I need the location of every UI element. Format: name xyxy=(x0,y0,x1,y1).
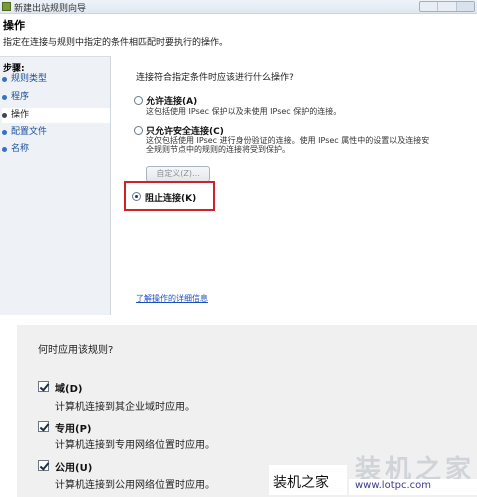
title-bar: 新建出站规则向导 xyxy=(0,0,477,14)
close-button[interactable] xyxy=(456,2,474,11)
customize-button[interactable]: 自定义(Z)... xyxy=(146,166,210,182)
page-title: 操作 xyxy=(3,19,25,32)
page-subtitle: 指定在连接与规则中指定的条件相匹配时要执行的操作。 xyxy=(3,38,229,48)
action-content: 连接符合指定条件时应该进行什么操作? 允许连接(A) 这包括使用 IPsec 保… xyxy=(112,56,477,315)
step-bullet-icon xyxy=(2,130,7,135)
step-profile[interactable]: 配置文件 xyxy=(2,125,110,140)
allow-connection-desc: 这包括使用 IPsec 保护以及未使用 IPsec 保护的连接。 xyxy=(146,107,342,116)
domain-checkbox[interactable] xyxy=(38,381,49,392)
learn-more-link[interactable]: 了解操作的详细信息 xyxy=(136,293,208,304)
block-connection-label[interactable]: 阻止连接(K) xyxy=(145,191,196,204)
step-label: 配置文件 xyxy=(11,127,48,137)
page-header: 操作 指定在连接与规则中指定的条件相匹配时要执行的操作。 xyxy=(0,14,477,55)
allow-secure-radio[interactable] xyxy=(134,126,143,135)
step-bullet-icon xyxy=(2,77,7,82)
step-rule-type[interactable]: 规则类型 xyxy=(2,72,110,87)
site-watermark: 装机之家 装机之家 www.lotpc.com xyxy=(269,455,477,497)
minimize-button[interactable] xyxy=(420,2,439,11)
firewall-app-icon xyxy=(2,2,11,11)
domain-desc: 计算机连接到其企业域时应用。 xyxy=(55,402,195,413)
steps-panel: 步骤: 规则类型 程序 操作 配置文件 名称 xyxy=(0,56,111,315)
step-label: 程序 xyxy=(11,92,30,102)
apply-question: 何时应用该规则? xyxy=(38,345,114,356)
private-checkbox[interactable] xyxy=(38,421,49,432)
step-label: 名称 xyxy=(11,144,30,154)
maximize-button[interactable] xyxy=(438,2,457,11)
watermark-url-box: www.lotpc.com xyxy=(349,479,477,495)
window-title: 新建出站规则向导 xyxy=(14,4,87,14)
public-checkbox[interactable] xyxy=(38,460,49,471)
step-label: 规则类型 xyxy=(11,74,48,84)
step-label: 操作 xyxy=(11,110,30,120)
step-bullet-icon xyxy=(2,113,7,118)
action-question: 连接符合指定条件时应该进行什么操作? xyxy=(136,73,294,83)
step-bullet-icon xyxy=(2,147,7,152)
allow-connection-radio[interactable] xyxy=(134,96,143,105)
step-bullet-icon xyxy=(2,95,7,100)
watermark-box: 装机之家 xyxy=(269,465,347,495)
step-action[interactable]: 操作 xyxy=(2,108,110,123)
private-label[interactable]: 专用(P) xyxy=(55,420,91,435)
private-desc: 计算机连接到专用网络位置时应用。 xyxy=(55,440,215,451)
block-connection-radio[interactable] xyxy=(132,192,141,201)
public-label[interactable]: 公用(U) xyxy=(55,459,92,474)
domain-label[interactable]: 域(D) xyxy=(55,380,82,395)
step-program[interactable]: 程序 xyxy=(2,90,110,105)
window-controls[interactable] xyxy=(419,1,475,12)
rule-wizard-window: 新建出站规则向导 操作 指定在连接与规则中指定的条件相匹配时要执行的操作。 步骤… xyxy=(0,0,477,315)
allow-connection-label[interactable]: 允许连接(A) xyxy=(146,94,197,107)
public-desc: 计算机连接到公用网络位置时应用。 xyxy=(55,480,215,491)
allow-secure-desc-line2: 全规则节点中的规则的连接将受到保护。 xyxy=(146,145,290,154)
step-name[interactable]: 名称 xyxy=(2,142,110,157)
watermark-url: www.lotpc.com xyxy=(355,480,431,491)
watermark-text: 装机之家 xyxy=(273,475,329,491)
